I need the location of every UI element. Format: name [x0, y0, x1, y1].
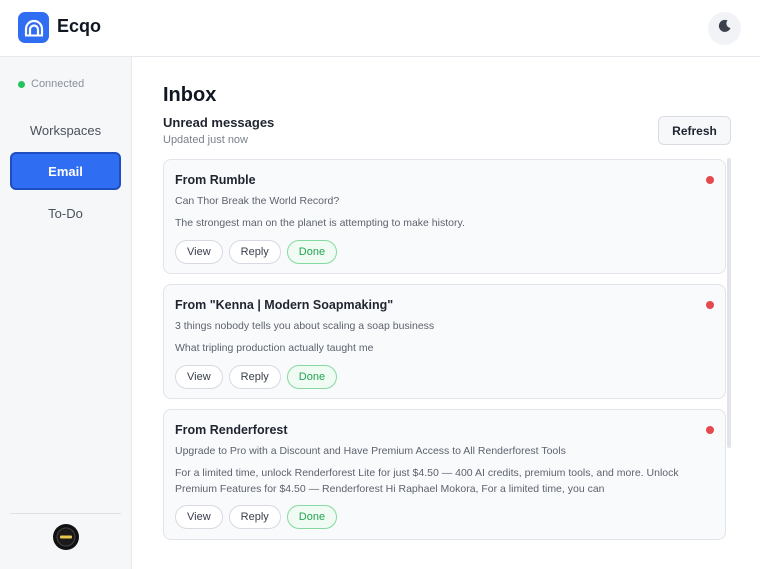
moon-icon [718, 19, 732, 38]
page-title: Inbox [163, 84, 217, 106]
message-card[interactable]: From Renderforest Upgrade to Pro with a … [163, 409, 726, 540]
section-title: Unread messages [163, 115, 275, 130]
unread-indicator [706, 301, 714, 309]
sidebar-item-workspaces[interactable]: Workspaces [10, 111, 121, 149]
scrollbar[interactable] [727, 158, 731, 448]
message-preview: For a limited time, unlock Renderforest … [175, 467, 679, 495]
done-button[interactable]: Done [286, 365, 338, 389]
status-label: Connected [31, 78, 85, 90]
message-subject: Can Thor Break the World Record? [175, 195, 340, 207]
done-button[interactable]: Done [286, 505, 338, 529]
sidebar-item-email[interactable]: Email [10, 152, 121, 190]
unread-indicator [706, 426, 714, 434]
sidebar-item-todo[interactable]: To-Do [10, 194, 121, 232]
sidebar-divider [10, 513, 121, 514]
message-subject: Upgrade to Pro with a Discount and Have … [175, 445, 566, 457]
message-preview: The strongest man on the planet is attem… [175, 217, 465, 229]
message-actions: View Reply Done [175, 505, 338, 529]
message-subject: 3 things nobody tells you about scaling … [175, 320, 435, 332]
rainbow-arch-icon [18, 12, 49, 43]
status-dot-icon [18, 80, 25, 88]
refresh-button[interactable]: Refresh [658, 116, 731, 145]
message-card[interactable]: From Rumble Can Thor Break the World Rec… [163, 159, 726, 274]
updated-timestamp: Updated just now [163, 134, 248, 146]
connection-status: Connected [18, 78, 84, 90]
view-button[interactable]: View [175, 505, 223, 529]
reply-button[interactable]: Reply [228, 365, 281, 389]
message-actions: View Reply Done [175, 365, 338, 389]
reply-button[interactable]: Reply [228, 505, 281, 529]
view-button[interactable]: View [175, 240, 223, 264]
message-card[interactable]: From "Kenna | Modern Soapmaking" 3 thing… [163, 284, 726, 399]
done-button[interactable]: Done [286, 240, 338, 264]
message-sender: From Renderforest [175, 423, 288, 437]
app-title: Ecqo [57, 16, 102, 36]
theme-toggle-button[interactable] [708, 12, 741, 45]
message-actions: View Reply Done [175, 240, 338, 264]
unread-indicator [706, 176, 714, 184]
message-sender: From Rumble [175, 173, 256, 187]
reply-button[interactable]: Reply [228, 240, 281, 264]
sidebar: Connected Workspaces Email To-Do [0, 57, 132, 569]
message-sender: From "Kenna | Modern Soapmaking" [175, 298, 394, 312]
message-preview: What tripling production actually taught… [175, 342, 374, 354]
view-button[interactable]: View [175, 365, 223, 389]
user-avatar[interactable] [53, 524, 79, 550]
app-header: Ecqo [0, 0, 760, 57]
